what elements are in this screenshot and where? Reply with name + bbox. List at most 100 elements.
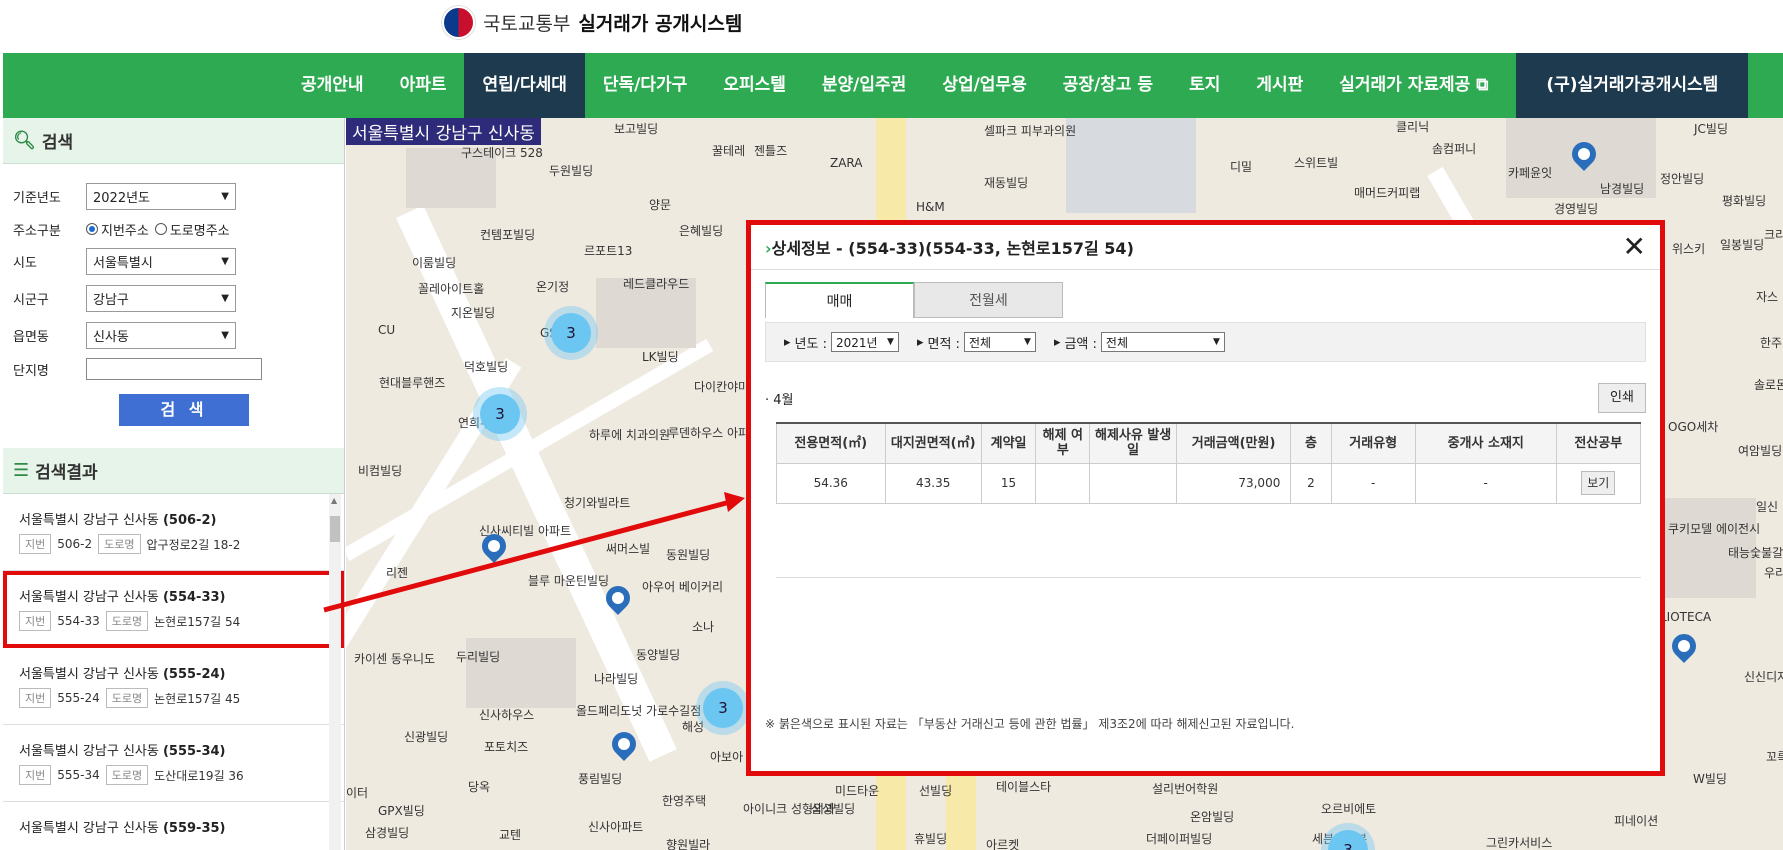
popup-title: 상세정보 - (554-33)(554-33, 논현로157길 54) xyxy=(771,239,1134,258)
ministry-name: 국토교통부 xyxy=(483,13,571,35)
detail-popup: ›상세정보 - (554-33)(554-33, 논현로157길 54) ✕ 매… xyxy=(746,220,1665,776)
complex-name-input[interactable] xyxy=(86,358,262,380)
chevron-right-icon: › xyxy=(765,239,772,258)
tag-road: 도로명 xyxy=(98,534,141,554)
table-row: 54.36 43.35 15 73,000 2 - - 보기 xyxy=(776,462,1642,504)
map-cluster[interactable]: 3 xyxy=(480,394,520,434)
nav-item-factory[interactable]: 공장/창고 등 xyxy=(1045,53,1171,118)
taegeuk-emblem-icon xyxy=(442,6,475,39)
complex-row: 단지명 xyxy=(13,354,334,384)
table-header-row: 전용면적(㎡) 대지권면적(㎡) 계약일 해제 여부 해제사유 발생일 거래금액… xyxy=(776,422,1642,464)
radio-jibun[interactable]: 지번주소 xyxy=(86,220,149,239)
year-filter-select[interactable]: 2021년 ▼ xyxy=(830,332,899,352)
popup-header: ›상세정보 - (554-33)(554-33, 논현로157길 54) ✕ xyxy=(751,225,1660,270)
scroll-thumb[interactable] xyxy=(330,516,340,542)
chevron-down-icon: ▼ xyxy=(887,337,894,347)
nav-item-board[interactable]: 게시판 xyxy=(1238,53,1321,118)
results-panel-header: ☰ 검색결과 xyxy=(3,448,344,494)
map-pin-icon[interactable] xyxy=(1667,629,1701,663)
scroll-up-icon[interactable]: ▲ xyxy=(331,496,337,505)
site-header: 국토교통부 실거래가 공개시스템 xyxy=(0,0,1783,53)
tag-road: 도로명 xyxy=(105,611,149,631)
sido-row: 시도 서울특별시 ▼ xyxy=(13,243,334,280)
amount-filter-select[interactable]: 전체 ▼ xyxy=(1100,332,1225,352)
nav-item-data-service[interactable]: 실거래가 자료제공 ⧉ xyxy=(1321,53,1506,118)
main-nav: 공개안내 아파트 연립/다세대 단독/다가구 오피스텔 분양/입주권 상업/업무… xyxy=(3,53,1783,118)
radio-unchecked-icon xyxy=(154,223,167,235)
result-item[interactable]: 서울특별시 강남구 신사동 (506-2) 지번 506-2 도로명 압구정로2길 1… xyxy=(3,494,344,571)
result-list: 서울특별시 강남구 신사동 (506-2) 지번 506-2 도로명 압구정로2길 1… xyxy=(3,494,344,850)
nav-item-apartment[interactable]: 아파트 xyxy=(382,53,465,118)
result-item[interactable]: 서울특별시 강남구 신사동 (555-34) 지번 555-34 도로명 도산대로19… xyxy=(3,725,344,802)
addr-type-label: 주소구분 xyxy=(13,223,61,239)
view-registry-button[interactable]: 보기 xyxy=(1581,471,1616,495)
print-button[interactable]: 인쇄 xyxy=(1598,383,1646,413)
transaction-table: 전용면적(㎡) 대지권면적(㎡) 계약일 해제 여부 해제사유 발생일 거래금액… xyxy=(776,422,1642,504)
system-name: 실거래가 공개시스템 xyxy=(578,13,743,35)
radio-checked-icon xyxy=(86,223,98,235)
search-panel-header: 🔍︎ 검색 xyxy=(3,118,344,164)
area-filter-select[interactable]: 전체 ▼ xyxy=(963,332,1036,352)
year-label: 기준년도 xyxy=(13,191,61,206)
map-region-label: 서울특별시 강남구 신사동 xyxy=(346,118,541,145)
addr-type-row: 주소구분 지번주소 도로명주소 xyxy=(13,215,334,243)
caret-right-icon: ▸ xyxy=(916,334,924,350)
year-row: 기준년도 2022년도 ▼ xyxy=(13,178,334,215)
results-panel-title: 검색결과 xyxy=(35,463,98,483)
tab-rent[interactable]: 전월세 xyxy=(914,282,1063,318)
chevron-down-icon: ▼ xyxy=(221,256,229,267)
divider xyxy=(776,577,1641,578)
tag-jibun: 지번 xyxy=(19,688,52,708)
sigungu-label: 시군구 xyxy=(13,293,49,308)
search-button[interactable]: 검 색 xyxy=(119,394,249,426)
dong-select[interactable]: 신사동 ▼ xyxy=(86,322,236,349)
result-item-selected[interactable]: 서울특별시 강남구 신사동 (554-33) 지번 554-33 도로명 논현로157… xyxy=(3,571,344,648)
chevron-down-icon: ▼ xyxy=(221,191,229,202)
caret-right-icon: ▸ xyxy=(784,334,791,350)
chevron-down-icon: ▼ xyxy=(1212,337,1220,347)
search-panel-title: 검색 xyxy=(41,133,74,153)
sigungu-row: 시군구 강남구 ▼ xyxy=(13,280,334,317)
nav-item-commercial[interactable]: 상업/업무용 xyxy=(924,53,1044,118)
dong-row: 읍면동 신사동 ▼ xyxy=(13,317,334,354)
sido-label: 시도 xyxy=(13,256,37,271)
chevron-down-icon: ▼ xyxy=(221,330,229,341)
tag-jibun: 지번 xyxy=(19,765,52,785)
nav-item-guide[interactable]: 공개안내 xyxy=(283,53,382,118)
tag-road: 도로명 xyxy=(105,688,149,708)
popup-tabs: 매매 전월세 xyxy=(765,282,1660,318)
nav-item-presale[interactable]: 분양/입주권 xyxy=(804,53,924,118)
nav-item-detached[interactable]: 단독/다가구 xyxy=(585,53,705,118)
map-cluster[interactable]: 3 xyxy=(703,688,743,728)
site-logo[interactable]: 국토교통부 실거래가 공개시스템 xyxy=(442,6,742,39)
nav-item-officetel[interactable]: 오피스텔 xyxy=(705,53,804,118)
month-label: · 4월 xyxy=(765,392,794,408)
result-list-scrollbar[interactable]: ▲ xyxy=(329,494,341,850)
cancel-notice: ※ 붉은색으로 표시된 자료는 「부동산 거래신고 등에 관한 법률」 제3조2… xyxy=(765,717,1295,731)
radio-road[interactable]: 도로명주소 xyxy=(154,220,230,239)
tab-sale[interactable]: 매매 xyxy=(765,282,914,318)
chevron-down-icon: ▼ xyxy=(221,293,229,304)
search-sidebar: 🔍︎ 검색 기준년도 2022년도 ▼ 주소구분 지번주소 도로명주소 시도 서울… xyxy=(3,118,345,850)
caret-right-icon: ▸ xyxy=(1053,334,1061,350)
search-form: 기준년도 2022년도 ▼ 주소구분 지번주소 도로명주소 시도 서울특별시 ▼ 시… xyxy=(3,164,344,440)
tag-jibun: 지번 xyxy=(19,611,52,631)
tag-jibun: 지번 xyxy=(19,534,52,554)
dong-label: 읍면동 xyxy=(13,330,49,345)
nav-item-land[interactable]: 토지 xyxy=(1171,53,1238,118)
nav-item-legacy-system[interactable]: (구)실거래가공개시스템 xyxy=(1516,53,1749,118)
complex-label: 단지명 xyxy=(13,363,49,379)
close-icon[interactable]: ✕ xyxy=(1623,233,1646,261)
result-item[interactable]: 서울특별시 강남구 신사동 (559-35) xyxy=(3,802,344,850)
filter-bar: ▸ 년도 : 2021년 ▼ ▸ 면적 : 전체 ▼ ▸ 금액 : 전체 ▼ xyxy=(765,322,1646,362)
sigungu-select[interactable]: 강남구 ▼ xyxy=(86,285,236,312)
sido-select[interactable]: 서울특별시 ▼ xyxy=(86,248,236,275)
search-icon: 🔍︎ xyxy=(13,130,36,151)
chevron-down-icon: ▼ xyxy=(1024,337,1031,347)
year-select[interactable]: 2022년도 ▼ xyxy=(86,183,236,210)
nav-item-rowhouse[interactable]: 연립/다세대 xyxy=(464,53,585,118)
tag-road: 도로명 xyxy=(105,765,149,785)
result-item[interactable]: 서울특별시 강남구 신사동 (555-24) 지번 555-24 도로명 논현로157… xyxy=(3,648,344,725)
map-cluster[interactable]: 3 xyxy=(551,313,591,353)
list-icon: ☰ xyxy=(13,460,30,481)
